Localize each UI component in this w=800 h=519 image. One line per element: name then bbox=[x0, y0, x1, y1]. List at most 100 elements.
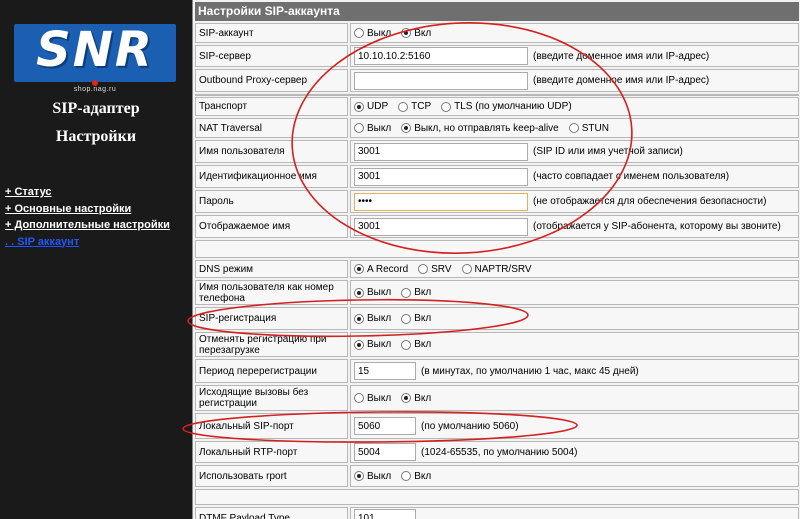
label-sip-server: SIP-сервер bbox=[195, 45, 348, 67]
radio-rport-off[interactable]: Выкл bbox=[354, 471, 391, 482]
local-sip-port-input[interactable] bbox=[354, 417, 416, 435]
radio-username-number-off[interactable]: Выкл bbox=[354, 287, 391, 298]
auth-id-input[interactable] bbox=[354, 167, 528, 186]
radio-dot-icon bbox=[461, 264, 472, 274]
radio-nat-keepalive[interactable]: Выкл, но отправлять keep-alive bbox=[401, 123, 559, 134]
main-panel: Настройки SIP-аккаунта SIP-аккаунт Выкл … bbox=[192, 0, 800, 519]
label-reregister-period: Период перерегистрации bbox=[195, 359, 348, 383]
radio-dot-checked-icon bbox=[354, 339, 364, 350]
radio-outgoing-on[interactable]: Вкл bbox=[401, 393, 431, 404]
row-unregister-on-reboot: Отменять регистрацию при перезагрузке Вы… bbox=[195, 332, 799, 357]
radio-dns-a-record[interactable]: A Record bbox=[354, 264, 408, 275]
radio-dot-checked-icon bbox=[401, 123, 412, 133]
sidebar-item-advanced-settings[interactable]: + Дополнительные настройки bbox=[5, 217, 170, 234]
row-outgoing-without-reg: Исходящие вызовы без регистрации Выкл Вк… bbox=[195, 385, 799, 411]
username-input[interactable] bbox=[354, 142, 528, 161]
value-local-sip-port: (по умолчанию 5060) bbox=[350, 413, 799, 439]
dtmf-payload-input[interactable] bbox=[354, 509, 416, 519]
radio-dot-checked-icon bbox=[354, 471, 364, 481]
value-auth-id: (часто совпадает с именем пользователя) bbox=[350, 165, 799, 188]
radio-dot-icon bbox=[401, 313, 412, 324]
label-dtmf-payload: DTMF Payload Type bbox=[195, 507, 348, 519]
sidebar-item-sip-account[interactable]: . . SIP аккаунт bbox=[5, 234, 170, 251]
hint-local-sip-port: (по умолчанию 5060) bbox=[421, 420, 519, 432]
hint-local-rtp-port: (1024-65535, по умолчанию 5004) bbox=[421, 446, 578, 458]
row-password: Пароль (не отображается для обеспечения … bbox=[195, 190, 799, 213]
radio-dot-icon bbox=[354, 28, 364, 38]
radio-dot-checked-icon bbox=[354, 264, 364, 274]
logo-url: shop.nag.ru bbox=[73, 86, 117, 93]
radio-transport-tcp[interactable]: TCP bbox=[398, 101, 431, 112]
label-username: Имя пользователя bbox=[195, 140, 348, 163]
row-transport: Транспорт UDP TCP TLS (по умолчанию UDP) bbox=[195, 97, 799, 116]
label-sip-account: SIP-аккаунт bbox=[195, 23, 348, 43]
hint-auth-id: (часто совпадает с именем пользователя) bbox=[533, 171, 730, 182]
label-dns-mode: DNS режим bbox=[195, 260, 348, 278]
radio-dot-icon bbox=[401, 471, 412, 481]
sidebar-item-status[interactable]: + Статус bbox=[5, 184, 170, 201]
label-local-sip-port: Локальный SIP-порт bbox=[195, 413, 348, 439]
sip-server-input[interactable] bbox=[354, 47, 528, 65]
label-outgoing-without-reg: Исходящие вызовы без регистрации bbox=[195, 385, 348, 411]
label-nat-traversal: NAT Traversal bbox=[195, 118, 348, 138]
radio-group-sip-account: Выкл Вкл bbox=[350, 23, 799, 43]
outbound-proxy-input[interactable] bbox=[354, 71, 528, 90]
hint-username: (SIP ID или имя учетной записи) bbox=[533, 146, 683, 157]
label-username-as-number: Имя пользователя как номер телефона bbox=[195, 280, 348, 305]
radio-rport-on[interactable]: Вкл bbox=[401, 471, 431, 482]
password-input[interactable] bbox=[354, 192, 528, 211]
radio-transport-tls[interactable]: TLS (по умолчанию UDP) bbox=[441, 101, 572, 112]
reregister-period-input[interactable] bbox=[354, 362, 416, 380]
radio-username-number-on[interactable]: Вкл bbox=[401, 287, 431, 298]
radio-dot-icon bbox=[401, 287, 412, 298]
radio-nat-stun[interactable]: STUN bbox=[568, 123, 609, 134]
radio-dot-icon bbox=[418, 264, 429, 274]
radio-group-transport: UDP TCP TLS (по умолчанию UDP) bbox=[350, 97, 799, 116]
sidebar: SNR shop.nag.ru SIP-адаптер Настройки + … bbox=[0, 0, 192, 519]
local-rtp-port-input[interactable] bbox=[354, 443, 416, 461]
radio-unregister-off[interactable]: Выкл bbox=[354, 339, 391, 350]
value-sip-server: (введите доменное имя или IP-адрес) bbox=[350, 45, 799, 67]
radio-dot-checked-icon bbox=[401, 28, 412, 38]
radio-dot-icon bbox=[441, 101, 452, 112]
radio-group-sip-registration: Выкл Вкл bbox=[350, 307, 799, 330]
hint-reregister-period: (в минутах, по умолчанию 1 час, макс 45 … bbox=[421, 365, 639, 377]
section-title: Настройки SIP-аккаунта bbox=[195, 2, 799, 21]
row-nat-traversal: NAT Traversal Выкл Выкл, но отправлять k… bbox=[195, 118, 799, 138]
radio-sip-registration-off[interactable]: Выкл bbox=[354, 313, 391, 324]
sidebar-item-basic-settings[interactable]: + Основные настройки bbox=[5, 201, 170, 218]
row-outbound-proxy: Outbound Proxy-сервер (введите доменное … bbox=[195, 69, 799, 92]
radio-group-use-rport: Выкл Вкл bbox=[350, 465, 799, 487]
row-sip-account: SIP-аккаунт Выкл Вкл bbox=[195, 23, 799, 43]
row-use-rport: Использовать rport Выкл Вкл bbox=[195, 465, 799, 487]
radio-nat-off[interactable]: Выкл bbox=[354, 123, 391, 134]
radio-dot-checked-icon bbox=[354, 287, 364, 298]
radio-transport-udp[interactable]: UDP bbox=[354, 101, 388, 112]
hint-sip-server: (введите доменное имя или IP-адрес) bbox=[533, 50, 710, 62]
label-display-name: Отображаемое имя bbox=[195, 215, 348, 238]
radio-sip-registration-on[interactable]: Вкл bbox=[401, 313, 431, 324]
radio-dot-checked-icon bbox=[354, 313, 364, 324]
radio-sip-account-on[interactable]: Вкл bbox=[401, 28, 431, 39]
value-outbound-proxy: (введите доменное имя или IP-адрес) bbox=[350, 69, 799, 92]
row-divider bbox=[195, 240, 799, 258]
value-password: (не отображается для обеспечения безопас… bbox=[350, 190, 799, 213]
label-password: Пароль bbox=[195, 190, 348, 213]
label-auth-id: Идентификационное имя bbox=[195, 165, 348, 188]
radio-group-dns-mode: A Record SRV NAPTR/SRV bbox=[350, 260, 799, 278]
label-unregister-on-reboot: Отменять регистрацию при перезагрузке bbox=[195, 332, 348, 357]
radio-unregister-on[interactable]: Вкл bbox=[401, 339, 431, 350]
display-name-input[interactable] bbox=[354, 217, 528, 236]
radio-dns-srv[interactable]: SRV bbox=[418, 264, 452, 275]
radio-dns-naptr[interactable]: NAPTR/SRV bbox=[461, 264, 532, 275]
value-reregister-period: (в минутах, по умолчанию 1 час, макс 45 … bbox=[350, 359, 799, 383]
device-title: SIP-адаптер bbox=[52, 100, 140, 117]
row-divider bbox=[195, 94, 799, 96]
logo-text: SNR bbox=[36, 22, 154, 78]
radio-sip-account-off[interactable]: Выкл bbox=[354, 28, 391, 39]
label-local-rtp-port: Локальный RTP-порт bbox=[195, 441, 348, 463]
radio-outgoing-off[interactable]: Выкл bbox=[354, 393, 391, 404]
label-use-rport: Использовать rport bbox=[195, 465, 348, 487]
radio-dot-icon bbox=[398, 101, 409, 112]
value-dtmf-payload bbox=[350, 507, 799, 519]
